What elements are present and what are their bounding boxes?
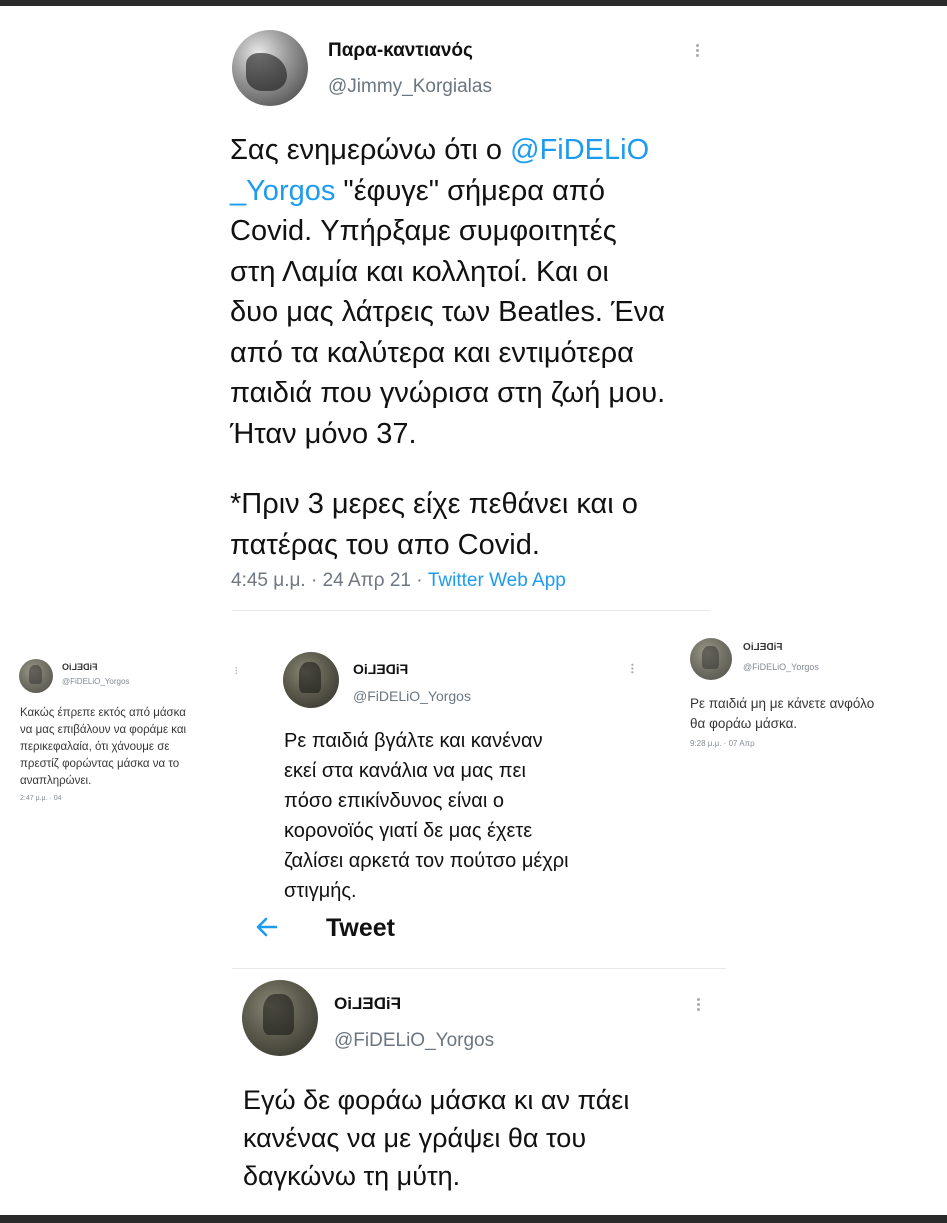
user-handle[interactable]: @FiDELiO_Yorgos: [334, 1030, 494, 1052]
tweet-text: Σας ενημερώνω ότι ο @FiDELiO _Yorgos "έφ…: [230, 130, 750, 454]
tweet-line: παιδιά που γνώρισα στη ζωή μου.: [230, 377, 666, 409]
tweet-line: πόσο επικίνδυνος είναι ο: [284, 790, 504, 812]
display-name[interactable]: Παρα-καντιανός: [328, 40, 473, 62]
avatar[interactable]: [242, 980, 318, 1056]
user-handle[interactable]: @FiDELiO_Yorgos: [743, 662, 819, 672]
user-handle[interactable]: @FiDELiO_Yorgos: [62, 677, 129, 686]
divider: [232, 610, 710, 611]
avatar[interactable]: [690, 638, 732, 680]
tweet-line: αναπληρώνει.: [20, 775, 92, 787]
avatar[interactable]: [19, 659, 53, 693]
tweet-timestamp[interactable]: 2:47 μ.μ. · 04: [20, 795, 62, 802]
user-handle[interactable]: @FiDELiO_Yorgos: [353, 688, 471, 704]
avatar[interactable]: [283, 652, 339, 708]
display-name[interactable]: FiDELiO: [334, 994, 401, 1014]
back-button[interactable]: [254, 914, 280, 940]
display-name[interactable]: FiDELiO: [353, 661, 408, 677]
tweet-line: κορονοϊός γιατί δε μας έχετε: [284, 820, 533, 842]
avatar[interactable]: [232, 30, 308, 106]
more-options-icon[interactable]: [695, 44, 699, 57]
tweet-line: δαγκώνω τη μύτη.: [243, 1161, 461, 1191]
tweet-line: πατέρας του απο Covid.: [230, 528, 540, 561]
tweet-postscript: *Πριν 3 μερες είχε πεθάνει και ο πατέρας…: [230, 484, 750, 565]
tweet-source[interactable]: Twitter Web App: [428, 570, 566, 591]
tweet-line: Ρε παιδιά μη με κάνετε ανφόλο: [690, 696, 875, 711]
tweet-text: Κακώς έπρεπε εκτός από μάσκα να μας επιβ…: [20, 705, 250, 790]
display-name[interactable]: FiDELiO: [743, 642, 782, 653]
tweet-line: στη Λαμία και κολλητοί. Και οι: [230, 255, 609, 288]
tweet-text: Ρε παιδιά βγάλτε και κανέναν εκεί στα κα…: [284, 726, 684, 906]
mention-link[interactable]: _Yorgos: [230, 175, 335, 207]
tweet-line: Σας ενημερώνω ότι ο @FiDELiO: [230, 134, 650, 166]
tweet-line: Εγώ δε φοράω μάσκα κι αν πάει: [243, 1085, 630, 1115]
tweet-line: θα φοράω μάσκα.: [690, 716, 798, 731]
tweet-line: περικεφαλαία, ότι χάνουμε σε: [20, 741, 170, 753]
screenshot-collage: Παρα-καντιανός @Jimmy_Korgialas Σας ενημ…: [0, 6, 947, 1215]
divider: [232, 968, 726, 969]
tweet-line: στιγμής.: [284, 880, 357, 902]
tweet-line: εκεί στα κανάλια να μας πει: [284, 760, 526, 782]
more-options-icon[interactable]: [630, 663, 634, 674]
tweet-line: Ήταν μόνο 37.: [230, 417, 417, 450]
tweet-line: Κακώς έπρεπε εκτός από μάσκα: [20, 707, 186, 719]
arrow-left-icon: [256, 917, 278, 937]
tweet-timestamp[interactable]: 4:45 μ.μ. · 24 Απρ 21 · Twitter Web App: [231, 570, 566, 592]
tweet-line: Ρε παιδιά βγάλτε και κανέναν: [284, 730, 543, 752]
tweet-line: *Πριν 3 μερες είχε πεθάνει και ο: [230, 488, 638, 520]
user-handle[interactable]: @Jimmy_Korgialas: [328, 76, 492, 98]
tweet-timestamp[interactable]: 9:28 μ.μ. · 07 Απρ: [690, 739, 755, 748]
tweet-line: Covid. Υπήρξαμε συμφοιτητές: [230, 215, 617, 247]
tweet-text: Εγώ δε φοράω μάσκα κι αν πάει κανένας να…: [243, 1081, 723, 1195]
more-options-icon[interactable]: [235, 666, 237, 675]
tweet-line: δυο μας λάτρεις των Beatles. Ένα: [230, 296, 665, 328]
tweet-line: από τα καλύτερα και εντιμότερα: [230, 336, 634, 369]
more-options-icon[interactable]: [696, 998, 700, 1011]
tweet-text: Ρε παιδιά μη με κάνετε ανφόλο θα φοράω μ…: [690, 694, 940, 734]
tweet-line: κανένας να με γράψει θα του: [243, 1123, 587, 1153]
tweet-line: να μας επιβάλουν να φοράμε και: [20, 724, 187, 736]
mention-link[interactable]: @FiDELiO: [510, 134, 649, 166]
page-title: Tweet: [326, 914, 395, 942]
tweet-line: πρεστίζ φορώντας μάσκα να το: [20, 758, 180, 770]
tweet-line: _Yorgos "έφυγε" σήμερα από: [230, 174, 605, 207]
tweet-line: ζαλίσει αρκετά τον πούτσο μέχρι: [284, 850, 569, 872]
display-name[interactable]: FiDELiO: [62, 662, 98, 672]
